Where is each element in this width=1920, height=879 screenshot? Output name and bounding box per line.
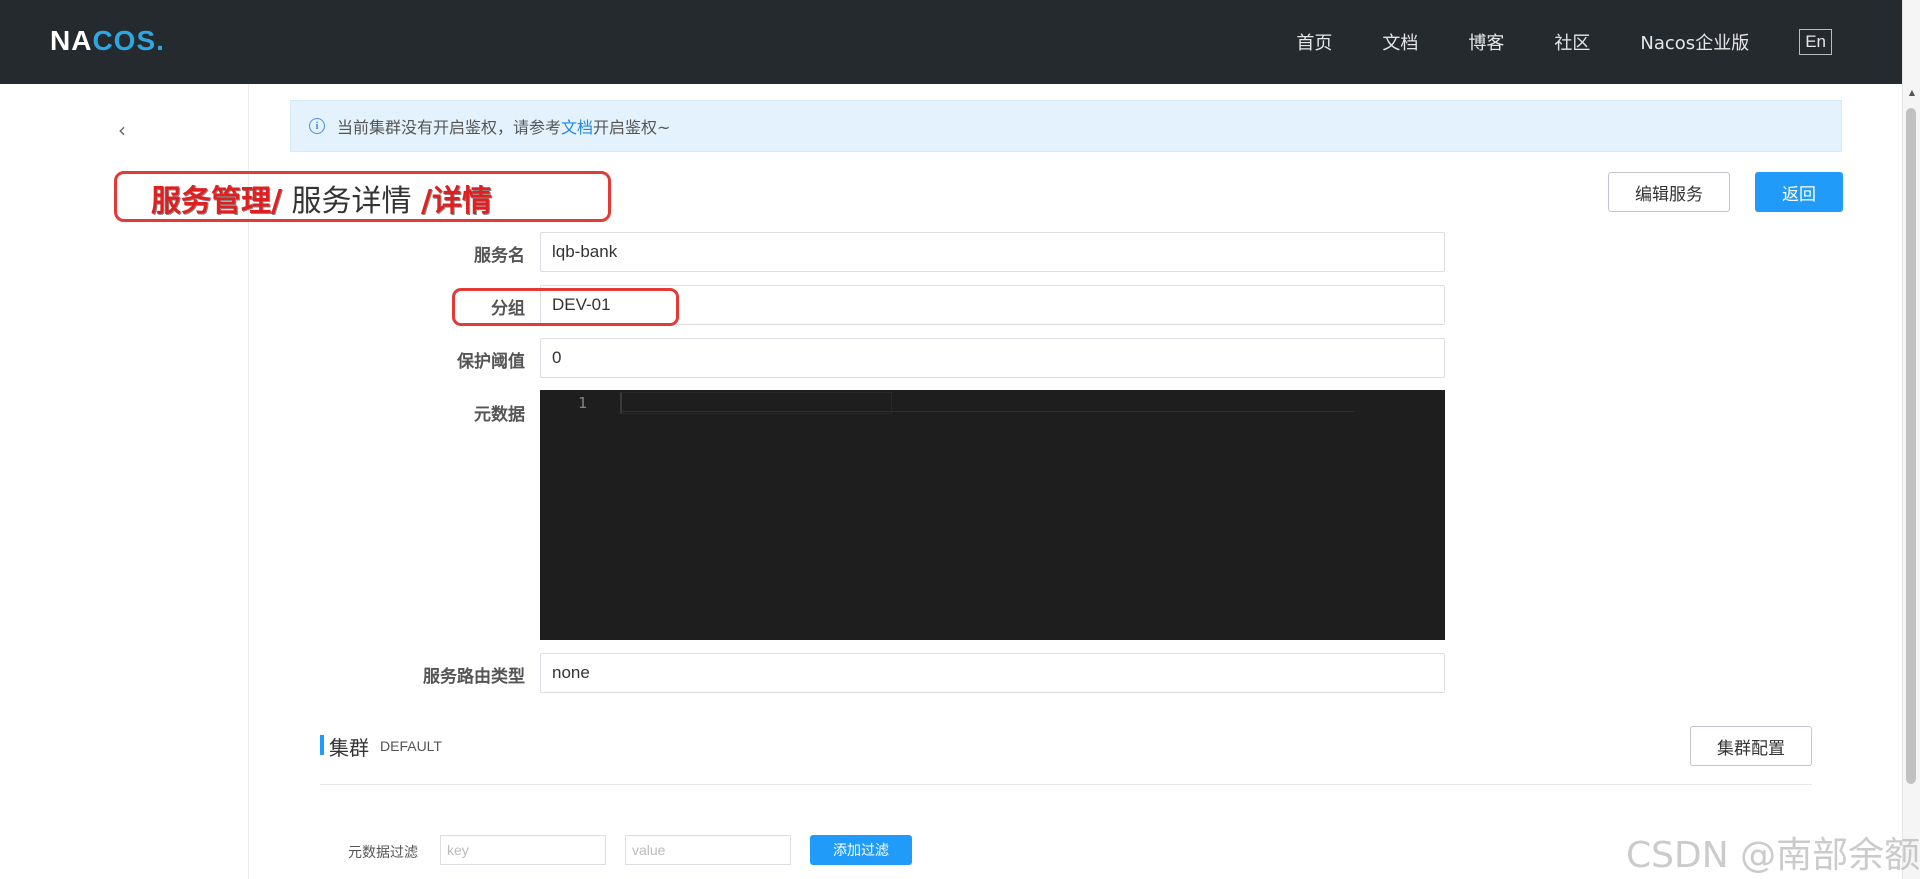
top-nav-links: 首页 文档 博客 社区 Nacos企业版 En bbox=[1246, 0, 1832, 84]
nacos-logo[interactable]: NA COS. bbox=[50, 25, 165, 56]
add-filter-button[interactable]: 添加过滤 bbox=[810, 835, 912, 865]
scroll-up-arrow-icon[interactable]: ▲ bbox=[1909, 88, 1915, 97]
editor-line-guide bbox=[620, 411, 1354, 412]
logo-text-a: NA bbox=[50, 25, 93, 56]
logo-text-b: COS bbox=[92, 25, 157, 56]
scroll-thumb[interactable] bbox=[1906, 108, 1916, 784]
info-icon: i bbox=[309, 118, 325, 134]
cluster-title: 集群 bbox=[329, 736, 369, 760]
threshold-label: 保护阈值 bbox=[457, 352, 525, 372]
cluster-divider bbox=[320, 784, 1812, 785]
auth-alert: i 当前集群没有开启鉴权，请参考 文档 开启鉴权~ bbox=[290, 100, 1842, 152]
service-name-field[interactable]: lqb-bank bbox=[540, 232, 1445, 272]
metadata-filter-label: 元数据过滤 bbox=[348, 845, 418, 861]
page-scrollbar[interactable]: ▲ bbox=[1902, 0, 1920, 879]
metadata-label: 元数据 bbox=[474, 405, 525, 425]
alert-text-after: 开启鉴权~ bbox=[593, 118, 671, 137]
alert-text-before: 当前集群没有开启鉴权，请参考 bbox=[337, 118, 562, 137]
metadata-code-editor[interactable]: 1 bbox=[540, 390, 1445, 640]
breadcrumb-service-management: 服务管理/ bbox=[151, 184, 282, 219]
cluster-config-button[interactable]: 集群配置 bbox=[1690, 726, 1812, 766]
nav-docs-link[interactable]: 文档 bbox=[1382, 29, 1418, 55]
alert-doc-link[interactable]: 文档 bbox=[561, 114, 593, 138]
protect-threshold-field[interactable]: 0 bbox=[540, 338, 1445, 378]
nav-home-link[interactable]: 首页 bbox=[1296, 29, 1332, 55]
breadcrumb: 服务管理/ 服务详情 /详情 bbox=[151, 176, 492, 220]
filter-value-input[interactable] bbox=[625, 835, 791, 865]
csdn-watermark: CSDN @南部余额 bbox=[1626, 835, 1920, 876]
group-highlight-box bbox=[452, 288, 679, 326]
collapse-sidebar-icon[interactable]: ‹ bbox=[118, 118, 126, 142]
nav-blog-link[interactable]: 博客 bbox=[1468, 29, 1504, 55]
editor-line-number: 1 bbox=[578, 394, 588, 412]
selector-type-field[interactable]: none bbox=[540, 653, 1445, 693]
logo-text-c: . bbox=[156, 25, 165, 56]
filter-key-input[interactable] bbox=[440, 835, 606, 865]
selector-type-label: 服务路由类型 bbox=[423, 667, 525, 687]
cluster-name: DEFAULT bbox=[380, 738, 442, 754]
breadcrumb-detail: /详情 bbox=[421, 184, 493, 219]
back-button[interactable]: 返回 bbox=[1755, 172, 1843, 212]
nav-enterprise-link[interactable]: Nacos企业版 bbox=[1640, 29, 1749, 55]
language-switch[interactable]: En bbox=[1799, 29, 1832, 55]
edit-service-button[interactable]: 编辑服务 bbox=[1608, 172, 1730, 212]
breadcrumb-service-detail: 服务详情 bbox=[281, 184, 422, 219]
service-name-label: 服务名 bbox=[474, 246, 525, 266]
cluster-title-marker bbox=[320, 735, 324, 755]
nav-community-link[interactable]: 社区 bbox=[1554, 29, 1590, 55]
top-navbar: NA COS. 首页 文档 博客 社区 Nacos企业版 En bbox=[0, 0, 1902, 84]
